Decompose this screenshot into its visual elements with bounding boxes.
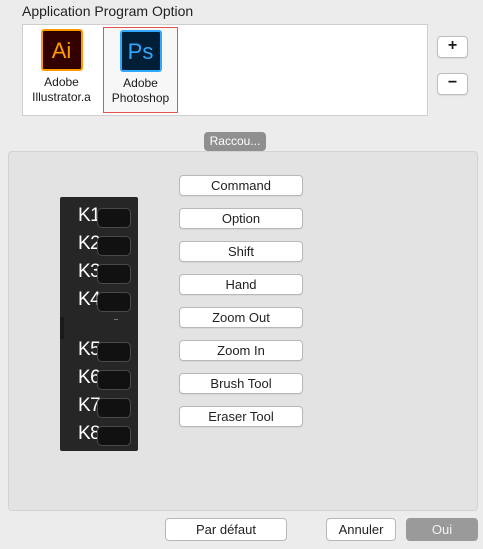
remove-app-button[interactable]: −: [437, 73, 468, 95]
adobe-photoshop-icon: Ps: [119, 30, 162, 72]
device-divider: [114, 319, 118, 320]
express-key[interactable]: [97, 236, 131, 256]
adobe-illustrator-icon: Ai: [40, 29, 83, 71]
key1-function-button[interactable]: Command: [179, 175, 303, 196]
key7-function-button[interactable]: Brush Tool: [179, 373, 303, 394]
ok-button[interactable]: Oui: [406, 518, 478, 541]
device-edge: [60, 317, 64, 339]
app-name-line2: Photoshop: [111, 91, 170, 105]
express-key[interactable]: [97, 398, 131, 418]
key6-function-button[interactable]: Zoom In: [179, 340, 303, 361]
app-name-line1: Adobe: [44, 75, 79, 89]
tab-shortcuts[interactable]: Raccou...: [204, 132, 266, 151]
key3-function-button[interactable]: Shift: [179, 241, 303, 262]
app-name-line1: Adobe: [123, 76, 158, 90]
app-name-line2: Illustrator.a: [32, 90, 91, 104]
express-key[interactable]: [97, 292, 131, 312]
key2-function-button[interactable]: Option: [179, 208, 303, 229]
app-item-photoshop[interactable]: Ps Adobe Photoshop: [103, 27, 178, 113]
application-list[interactable]: Ai Adobe Illustrator.a Ps Adobe Photosho…: [22, 24, 428, 116]
express-key[interactable]: [97, 370, 131, 390]
app-item-illustrator[interactable]: Ai Adobe Illustrator.a: [25, 27, 98, 111]
key5-function-button[interactable]: Zoom Out: [179, 307, 303, 328]
cancel-button[interactable]: Annuler: [326, 518, 396, 541]
key4-function-button[interactable]: Hand: [179, 274, 303, 295]
express-key[interactable]: [97, 342, 131, 362]
express-keys-device: K1 K2 K3 K4 K5 K6 K7 K8: [60, 197, 138, 451]
express-key[interactable]: [97, 208, 131, 228]
express-key[interactable]: [97, 426, 131, 446]
default-button[interactable]: Par défaut: [165, 518, 287, 541]
add-app-button[interactable]: +: [437, 36, 468, 58]
section-title: Application Program Option: [22, 3, 194, 19]
key8-function-button[interactable]: Eraser Tool: [179, 406, 303, 427]
express-key[interactable]: [97, 264, 131, 284]
